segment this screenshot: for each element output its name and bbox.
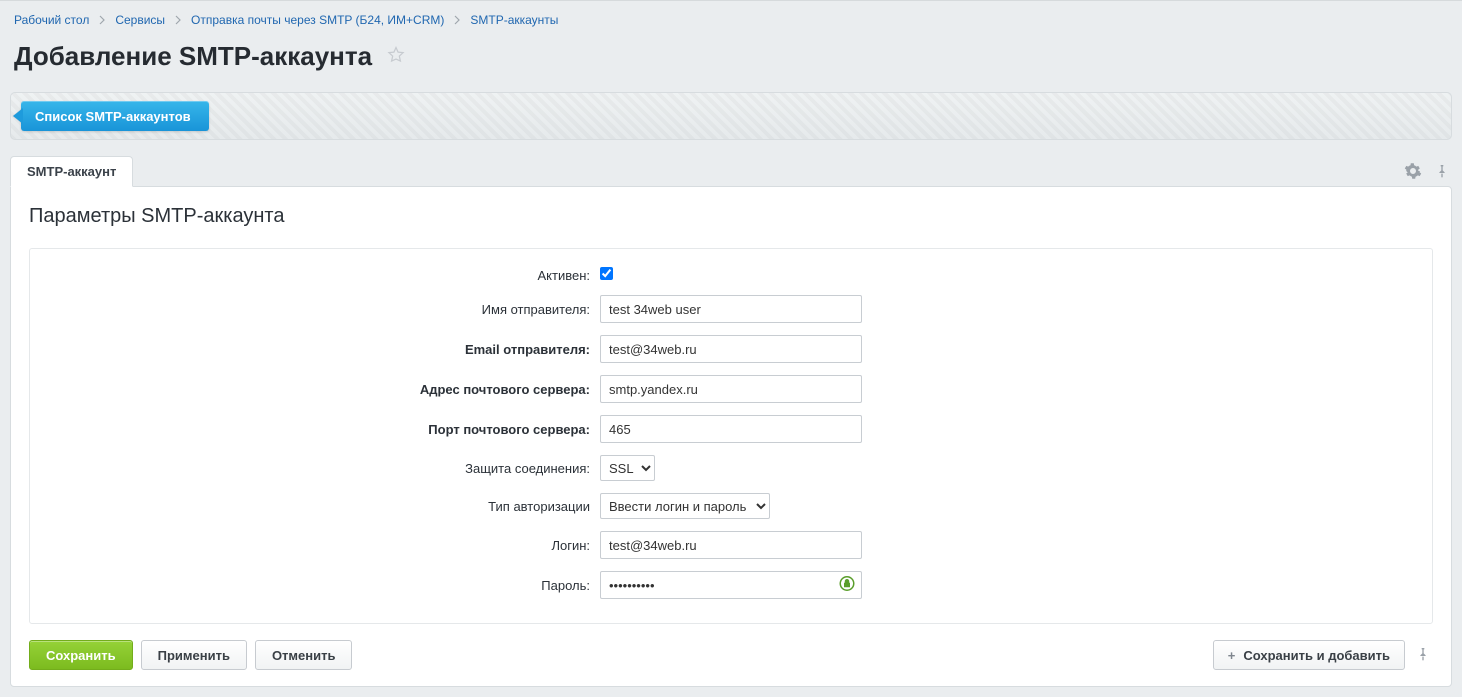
list-accounts-button[interactable]: Список SMTP-аккаунтов [21,101,209,131]
login-input[interactable] [600,531,862,559]
main-panel: Параметры SMTP-аккаунта Активен: Имя отп… [10,186,1452,687]
page-title: Добавление SMTP-аккаунта [14,41,372,72]
password-input[interactable] [600,571,862,599]
password-manager-icon[interactable] [838,575,856,596]
label-auth-type: Тип авторизации [40,499,600,514]
breadcrumb-item-services[interactable]: Сервисы [115,13,165,27]
pin-icon [1434,168,1450,183]
save-button[interactable]: Сохранить [29,640,133,670]
label-server: Адрес почтового сервера: [40,382,600,397]
form: Активен: Имя отправителя: Email отправит… [29,248,1433,624]
save-and-add-label: Сохранить и добавить [1243,648,1390,663]
pin-footer-button[interactable] [1413,643,1433,668]
active-checkbox[interactable] [600,267,613,280]
breadcrumb-item-desktop[interactable]: Рабочий стол [14,13,89,27]
chevron-right-icon [99,15,105,25]
chevron-right-icon [175,15,181,25]
pin-button[interactable] [1432,160,1452,185]
breadcrumb: Рабочий стол Сервисы Отправка почты чере… [0,0,1462,31]
tab-smtp-account[interactable]: SMTP-аккаунт [10,156,133,187]
plus-icon: + [1228,648,1236,663]
apply-button[interactable]: Применить [141,640,247,670]
save-and-add-button[interactable]: + Сохранить и добавить [1213,640,1405,670]
chevron-right-icon [454,15,460,25]
page-header: Добавление SMTP-аккаунта [0,31,1462,92]
breadcrumb-item-smtp-module[interactable]: Отправка почты через SMTP (Б24, ИМ+CRM) [191,13,444,27]
secure-select[interactable]: SSL [600,455,655,481]
breadcrumb-item-accounts[interactable]: SMTP-аккаунты [470,13,558,27]
label-login: Логин: [40,538,600,553]
sender-email-input[interactable] [600,335,862,363]
port-input[interactable] [600,415,862,443]
settings-button[interactable] [1402,160,1424,185]
label-secure: Защита соединения: [40,461,600,476]
footer-buttons: Сохранить Применить Отменить + Сохранить… [29,640,1433,670]
favorite-star-icon[interactable] [386,45,406,68]
tabs-row: SMTP-аккаунт [10,156,1452,186]
label-active: Активен: [40,268,600,283]
auth-type-select[interactable]: Ввести логин и пароль [600,493,770,519]
label-password: Пароль: [40,578,600,593]
server-input[interactable] [600,375,862,403]
label-port: Порт почтового сервера: [40,422,600,437]
pin-icon [1415,651,1431,666]
actions-bar: Список SMTP-аккаунтов [10,92,1452,140]
section-title: Параметры SMTP-аккаунта [29,205,1433,228]
cancel-button[interactable]: Отменить [255,640,353,670]
label-sender-email: Email отправителя: [40,342,600,357]
gear-icon [1404,168,1422,183]
label-sender-name: Имя отправителя: [40,302,600,317]
sender-name-input[interactable] [600,295,862,323]
